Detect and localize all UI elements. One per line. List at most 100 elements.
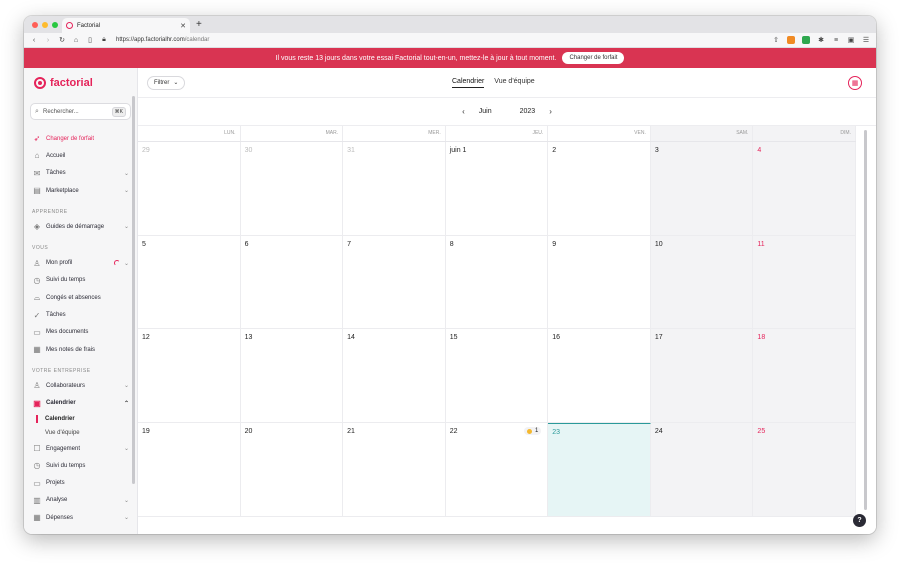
- search-input[interactable]: ⌕ Rechercher... ⌘K: [30, 103, 131, 120]
- browser-toolbar-right: ⇧ ✱ ≡ ▣ ☰: [772, 36, 870, 44]
- calendar-day[interactable]: 30: [240, 142, 344, 236]
- year-label[interactable]: 2023: [520, 108, 536, 115]
- extension-badge-icon[interactable]: [802, 36, 810, 44]
- calendar-day[interactable]: 31: [343, 142, 446, 236]
- logo-text: factorial: [50, 77, 93, 89]
- calendar-day[interactable]: 21: [343, 423, 446, 517]
- puzzle-icon[interactable]: ✱: [817, 36, 825, 44]
- sidebar-item-analytics[interactable]: ▥ Analyse ⌄: [24, 492, 137, 509]
- beach-icon: ⌓: [33, 292, 41, 302]
- sidebar-scrollbar[interactable]: [132, 96, 135, 484]
- sidebar-item-engagement[interactable]: ☐ Engagement ⌄: [24, 440, 137, 457]
- sidebar-subitem-calendar[interactable]: Calendrier: [24, 412, 137, 426]
- sidebar-item-change-plan[interactable]: ➶ Changer de forfait: [24, 130, 137, 147]
- next-month-icon[interactable]: ›: [549, 107, 552, 116]
- new-tab-button[interactable]: +: [196, 18, 202, 31]
- calendar-sync-icon[interactable]: ▦: [848, 76, 862, 90]
- calendar-day[interactable]: 14: [343, 329, 446, 424]
- home-icon: ⌂: [34, 151, 40, 161]
- weekday-label: DIM.: [753, 126, 856, 141]
- share-icon[interactable]: ⇧: [772, 36, 780, 44]
- sidebar-item-guides[interactable]: ◈ Guides de démarrage ⌄: [24, 218, 137, 235]
- bookmark-icon[interactable]: ▯: [86, 36, 94, 44]
- calendar-day[interactable]: 17: [650, 329, 754, 424]
- close-tab-icon[interactable]: ✕: [180, 22, 186, 30]
- calendar-day[interactable]: 4: [753, 142, 856, 236]
- sidebar-item-marketplace[interactable]: ▤ Marketplace ⌄: [24, 182, 137, 199]
- back-icon[interactable]: ‹: [30, 37, 38, 44]
- main-scrollbar[interactable]: [864, 130, 867, 510]
- address-bar[interactable]: https://app.factorialhr.com/calendar: [116, 37, 209, 43]
- sidebar-item-tasks[interactable]: ✉ Tâches ⌄: [24, 165, 137, 182]
- sidebar-item-label: Collaborateurs: [46, 382, 86, 389]
- factorial-logo[interactable]: factorial: [24, 76, 137, 90]
- tab-calendar[interactable]: Calendrier: [452, 78, 485, 88]
- sidebar-item-time-tracking[interactable]: ◷ Suivi du temps: [24, 272, 137, 289]
- brave-shield-icon[interactable]: [787, 36, 795, 44]
- event-count: 1: [534, 428, 539, 435]
- factorial-logo-icon: [34, 77, 46, 89]
- sidebar-item-home[interactable]: ⌂ Accueil: [24, 147, 137, 164]
- sidebar-item-my-tasks[interactable]: ✓ Tâches: [24, 306, 137, 323]
- change-plan-button[interactable]: Changer de forfait: [562, 52, 625, 64]
- filter-button[interactable]: Filtrer ⌄: [147, 75, 186, 90]
- calendar-day[interactable]: 15: [445, 329, 549, 424]
- sidebar-item-company-time-tracking[interactable]: ◷ Suivi du temps: [24, 457, 137, 474]
- month-label[interactable]: Juin: [479, 108, 492, 115]
- calendar-day[interactable]: 18: [753, 329, 856, 424]
- calendar-day[interactable]: 9: [548, 235, 651, 330]
- tab-team-view[interactable]: Vue d'équipe: [494, 78, 534, 88]
- sidebar-item-expenses[interactable]: ▦ Mes notes de frais: [24, 341, 137, 358]
- calendar-day[interactable]: 7: [343, 235, 446, 330]
- zoom-window-button[interactable]: [52, 21, 58, 28]
- sidebar-item-time-off[interactable]: ⌓ Congés et absences: [24, 289, 137, 306]
- minimize-window-button[interactable]: [42, 21, 48, 28]
- folder-icon: ▭: [33, 478, 41, 488]
- playlist-icon[interactable]: ≡: [832, 37, 840, 44]
- calendar-day[interactable]: 11: [753, 235, 856, 330]
- browser-tab[interactable]: Factorial ✕: [62, 18, 190, 33]
- sidebar-item-company-expenses[interactable]: ▦ Dépenses ⌄: [24, 509, 137, 526]
- calendar-day[interactable]: 13: [240, 329, 344, 424]
- forward-icon[interactable]: ›: [44, 37, 52, 44]
- sidebar-item-label: Calendrier: [46, 400, 76, 407]
- sidebar-toggle-icon[interactable]: ▣: [847, 36, 855, 44]
- sidebar-item-projects[interactable]: ▭ Projets: [24, 474, 137, 491]
- calendar-day[interactable]: juin 1: [445, 142, 549, 236]
- sidebar-item-label: Suivi du temps: [46, 277, 86, 284]
- calendar-day[interactable]: 10: [650, 235, 754, 330]
- calendar-day[interactable]: 24: [650, 423, 754, 517]
- calendar-day[interactable]: 25: [753, 423, 856, 517]
- previous-month-icon[interactable]: ‹: [462, 107, 465, 116]
- reload-icon[interactable]: ↻: [58, 36, 66, 44]
- menu-icon[interactable]: ☰: [862, 36, 870, 44]
- calendar-day[interactable]: 2: [548, 142, 651, 236]
- calendar-toolbar: Filtrer ⌄ Calendrier Vue d'équipe ▦: [138, 68, 876, 98]
- calendar-day[interactable]: 3: [650, 142, 754, 236]
- sidebar-item-calendar[interactable]: ▣ Calendrier ⌃: [24, 395, 137, 412]
- home-icon[interactable]: ⌂: [72, 37, 80, 44]
- weekday-header: LUN. MAR. MER. JEU. VEN. SAM. DIM.: [138, 126, 856, 142]
- calendar-day-today[interactable]: 23: [548, 423, 651, 517]
- calendar-day[interactable]: 5: [138, 235, 241, 330]
- sidebar-subitem-team-view[interactable]: Vue d'équipe: [24, 426, 137, 440]
- close-window-button[interactable]: [32, 21, 38, 28]
- calendar-day[interactable]: 12: [138, 329, 241, 424]
- calendar-day[interactable]: 20: [240, 423, 344, 517]
- calendar-day[interactable]: 6: [240, 235, 344, 330]
- sidebar-item-documents[interactable]: ▭ Mes documents: [24, 324, 137, 341]
- clock-icon: ◷: [33, 275, 41, 285]
- url-path: /calendar: [184, 37, 210, 43]
- chevron-down-icon: ⌄: [123, 188, 129, 195]
- calendar-day[interactable]: 8: [445, 235, 549, 330]
- calendar-day[interactable]: 19: [138, 423, 241, 517]
- sidebar-item-label: Marketplace: [46, 187, 79, 194]
- event-badge[interactable]: 1: [523, 427, 542, 436]
- clock-icon: ◷: [33, 461, 41, 471]
- calendar-day[interactable]: 22 1: [445, 423, 549, 517]
- calendar-day[interactable]: 29: [138, 142, 241, 236]
- calendar-day[interactable]: 16: [548, 329, 651, 424]
- sidebar-item-employees[interactable]: ♙ Collaborateurs ⌄: [24, 377, 137, 394]
- help-button[interactable]: ?: [853, 514, 866, 527]
- sidebar-item-profile[interactable]: ♙ Mon profil ⌄: [24, 254, 137, 271]
